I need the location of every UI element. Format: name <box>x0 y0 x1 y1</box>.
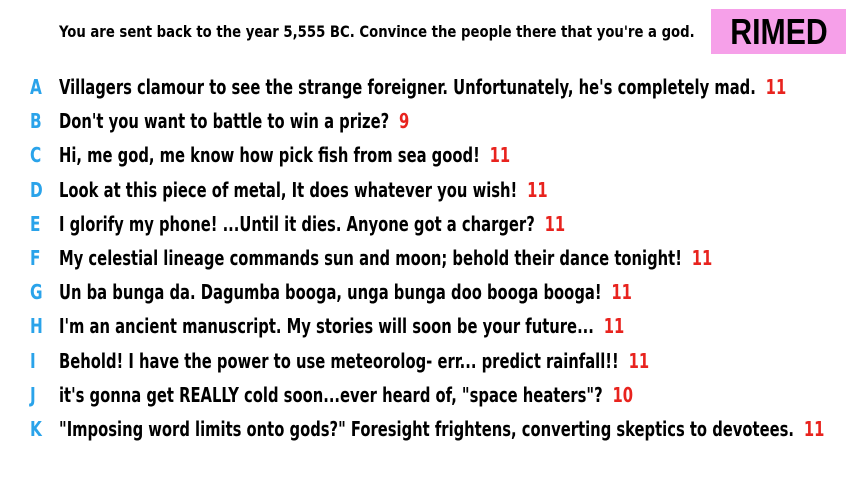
answer-letter: G <box>30 280 43 305</box>
answer-score: 11 <box>691 246 713 271</box>
answer-text: I glorify my phone! ...Until it dies. An… <box>59 211 535 236</box>
answer-text: Don't you want to battle to win a prize? <box>59 109 390 134</box>
answer-row: Jit's gonna get REALLY cold soon...ever … <box>0 378 853 412</box>
answer-text: I'm an ancient manuscript. My stories wi… <box>59 314 594 339</box>
answer-text: Look at this piece of metal, It does wha… <box>59 177 518 202</box>
answer-letter: I <box>30 348 36 373</box>
answer-row: F My celestial lineage commands sun and m… <box>0 241 853 275</box>
answer-score: 11 <box>603 314 625 339</box>
answer-score: 11 <box>803 416 825 441</box>
answer-letter: J <box>30 382 36 407</box>
answer-body: Villagers clamour to see the strange for… <box>59 70 786 104</box>
answer-text: "Imposing word limits onto gods?" Foresi… <box>59 416 795 441</box>
answer-letter: H <box>30 314 43 339</box>
answer-letter: B <box>30 109 42 134</box>
answer-row: I Behold! I have the power to use meteoro… <box>0 344 853 378</box>
answer-body: it's gonna get REALLY cold soon...ever h… <box>59 378 633 412</box>
answer-row: A Villagers clamour to see the strange fo… <box>0 70 853 104</box>
answer-row: E I glorify my phone! ...Until it dies. A… <box>0 207 853 241</box>
answer-row: H I'm an ancient manuscript. My stories w… <box>0 309 853 343</box>
answer-text: Behold! I have the power to use meteorol… <box>59 348 619 373</box>
answer-list: A Villagers clamour to see the strange fo… <box>0 70 853 446</box>
prompt-text: You are sent back to the year 5,555 BC. … <box>59 22 695 41</box>
answer-text: it's gonna get REALLY cold soon...ever h… <box>59 382 603 407</box>
answer-text: Villagers clamour to see the strange for… <box>59 75 756 100</box>
answer-score: 11 <box>527 177 548 202</box>
answer-letter: D <box>30 177 43 202</box>
answer-body: Look at this piece of metal, It does wha… <box>59 173 548 207</box>
answer-row: B Don't you want to battle to win a prize… <box>0 104 853 138</box>
answer-score: 10 <box>612 382 634 407</box>
answer-score: 11 <box>765 75 787 100</box>
answer-score: 11 <box>628 348 650 373</box>
answer-score: 9 <box>399 109 410 134</box>
badge-label: RIMED <box>729 11 828 52</box>
answer-body: My celestial lineage commands sun and mo… <box>59 241 712 275</box>
answer-letter: E <box>30 211 41 236</box>
rimed-badge: RIMED <box>711 9 846 54</box>
answer-body: Don't you want to battle to win a prize?… <box>59 104 409 138</box>
answer-row: K "Imposing word limits onto gods?" Fores… <box>0 412 853 446</box>
answer-score: 11 <box>489 143 511 168</box>
answer-body: Hi, me god, me know how pick fish from s… <box>59 138 510 172</box>
answer-letter: F <box>30 246 41 271</box>
answer-row: D Look at this piece of metal, It does wh… <box>0 173 853 207</box>
answer-body: I glorify my phone! ...Until it dies. An… <box>59 207 565 241</box>
answer-body: Behold! I have the power to use meteorol… <box>59 344 649 378</box>
answer-row: G Un ba bunga da. Dagumba booga, unga bun… <box>0 275 853 309</box>
answer-letter: A <box>30 75 42 100</box>
answer-body: "Imposing word limits onto gods?" Foresi… <box>59 412 824 446</box>
answer-score: 11 <box>544 211 566 236</box>
answer-letter: C <box>30 143 42 168</box>
answer-row: C Hi, me god, me know how pick fish from … <box>0 138 853 172</box>
answer-body: I'm an ancient manuscript. My stories wi… <box>59 309 624 343</box>
answer-letter: K <box>30 416 42 441</box>
answer-body: Un ba bunga da. Dagumba booga, unga bung… <box>59 275 632 309</box>
answer-text: Hi, me god, me know how pick fish from s… <box>59 143 480 168</box>
answer-score: 11 <box>611 280 632 305</box>
answer-text: Un ba bunga da. Dagumba booga, unga bung… <box>59 280 602 305</box>
answer-text: My celestial lineage commands sun and mo… <box>59 246 682 271</box>
